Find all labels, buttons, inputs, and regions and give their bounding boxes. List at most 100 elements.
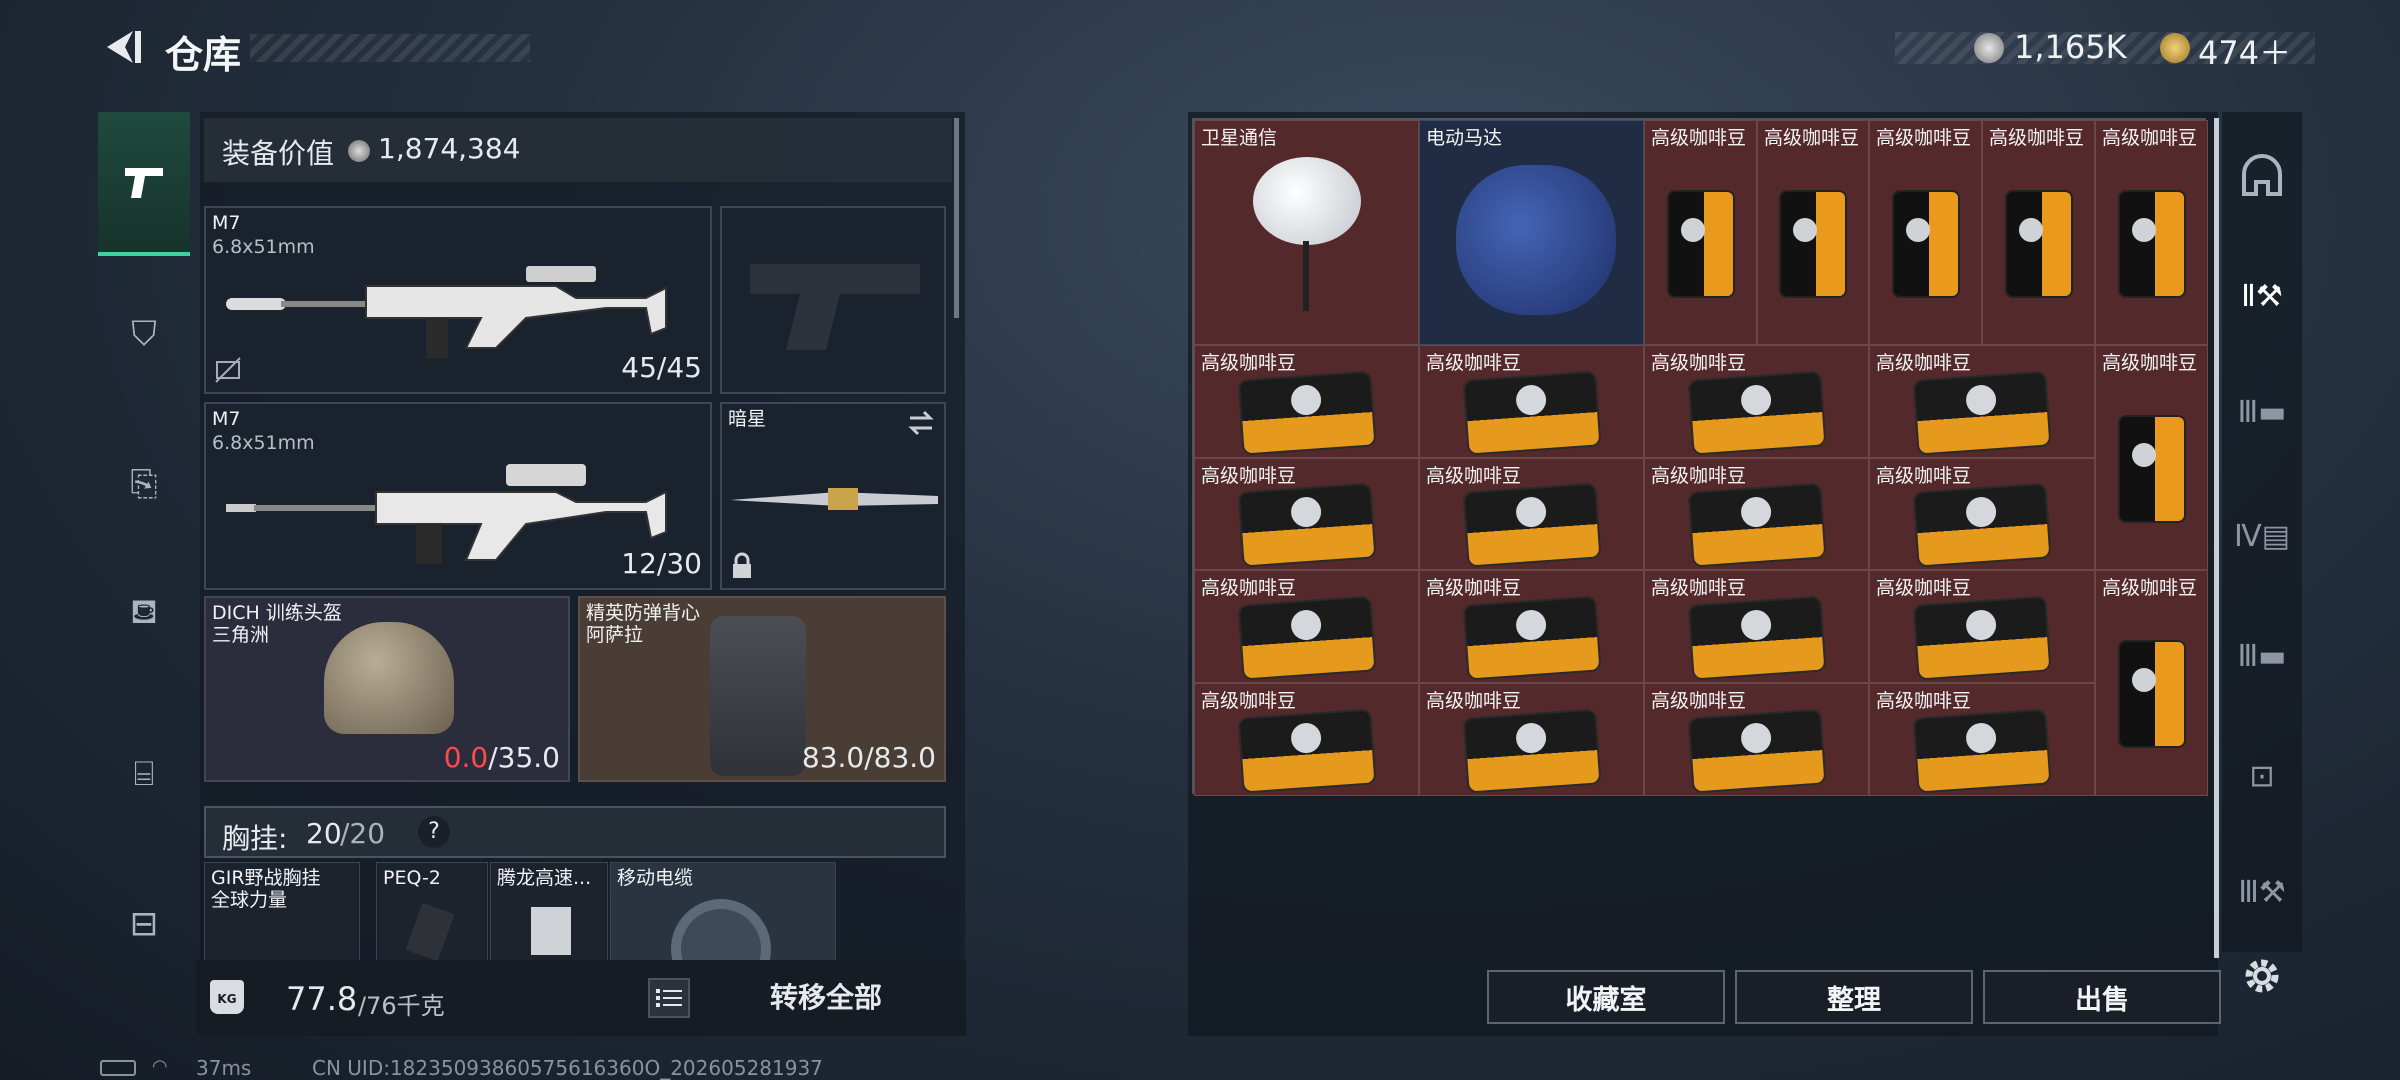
item-coffee[interactable]: 高级咖啡豆 <box>1869 345 2095 458</box>
nav-stash-6[interactable]: ⊡ <box>2224 736 2300 816</box>
nav-stash-3[interactable]: Ⅲ▬ <box>2224 372 2300 452</box>
item-coffee[interactable]: 高级咖啡豆 <box>1644 120 1757 345</box>
item-name: 高级咖啡豆 <box>1426 352 1522 374</box>
scope-image <box>531 907 571 955</box>
item-coffee[interactable]: 高级咖啡豆 <box>2095 120 2208 345</box>
item-coffee[interactable]: 高级咖啡豆 <box>1869 570 2095 683</box>
item-coffee[interactable]: 高级咖啡豆 <box>1644 345 1869 458</box>
item-name: 高级咖啡豆 <box>2102 127 2198 149</box>
item-coffee[interactable]: 高级咖啡豆 <box>1644 570 1869 683</box>
tab-case[interactable]: ⌸ <box>98 728 190 820</box>
rifle-image <box>226 464 667 564</box>
stash-page-5-icon: Ⅲ▬ <box>2237 638 2287 674</box>
organize-button[interactable]: 整理 <box>1735 970 1973 1024</box>
page-title: 仓库 <box>165 33 242 77</box>
item-name: 高级咖啡豆 <box>1876 577 1972 599</box>
transfer-all-button[interactable]: 转移全部 <box>716 978 936 1018</box>
item-name: 高级咖啡豆 <box>1989 127 2085 149</box>
stash-home-icon <box>2242 154 2282 196</box>
toolbox-icon: ⊟ <box>129 904 159 944</box>
rig-item-1[interactable]: PEQ-2 <box>376 862 488 962</box>
item-satellite[interactable]: 卫星通信 <box>1194 120 1419 345</box>
nav-stash-5[interactable]: Ⅲ▬ <box>2224 616 2300 696</box>
item-coffee[interactable]: 高级咖啡豆 <box>1757 120 1869 345</box>
left-tab-column: ⛉ ⎘ ⛾ ⌸ ⊟ <box>98 108 190 1008</box>
item-coffee[interactable]: 高级咖啡豆 <box>1194 345 1419 458</box>
help-icon[interactable]: ? <box>418 816 450 848</box>
item-coffee[interactable]: 高级咖啡豆 <box>2095 570 2208 796</box>
rig-item-name: 移动电缆 <box>617 867 694 889</box>
item-name: 高级咖啡豆 <box>1651 690 1747 712</box>
title-stripe <box>250 34 530 62</box>
coffee-bag-image <box>1689 597 1824 679</box>
item-name: 高级咖啡豆 <box>1876 352 1972 374</box>
item-coffee[interactable]: 高级咖啡豆 <box>1869 458 2095 570</box>
item-coffee[interactable]: 高级咖啡豆 <box>1194 570 1419 683</box>
item-coffee[interactable]: 高级咖啡豆 <box>1869 683 2095 796</box>
nav-stash-4[interactable]: Ⅳ▤ <box>2224 496 2300 576</box>
tab-toolbox[interactable]: ⊟ <box>98 878 190 970</box>
coffee-bag-image <box>1914 597 2050 679</box>
coffee-bag-image <box>1464 484 1599 566</box>
item-coffee[interactable]: 高级咖啡豆 <box>1644 683 1869 796</box>
nav-stash-home[interactable] <box>2224 136 2300 216</box>
nav-stash-7[interactable]: Ⅲ⚒ <box>2224 852 2300 932</box>
item-coffee[interactable]: 高级咖啡豆 <box>1644 458 1869 570</box>
melee-name: 暗星 <box>728 408 767 430</box>
currency-gems[interactable]: 474＋ <box>2198 28 2291 74</box>
motor-image <box>1456 165 1616 315</box>
helmet-slot[interactable]: DICH 训练头盔 三角洲 0.0/35.0 <box>204 596 570 782</box>
armor-image <box>710 616 806 776</box>
rig-item-name: PEQ-2 <box>383 867 441 889</box>
melee-slot[interactable]: 暗星 <box>720 402 946 590</box>
no-attachment-icon <box>215 357 241 383</box>
tab-vest[interactable]: ⛉ <box>98 288 190 380</box>
item-coffee[interactable]: 高级咖啡豆 <box>1419 683 1644 796</box>
rig-item-2[interactable]: 腾龙高速... <box>490 862 608 962</box>
armor-slot[interactable]: 精英防弹背心 阿萨拉 83.0/83.0 <box>578 596 946 782</box>
knife-image <box>730 488 938 510</box>
back-button[interactable] <box>96 22 146 72</box>
stash-page-7-icon: Ⅲ⚒ <box>2238 874 2286 910</box>
bottom-bar: KG 77.8 /76千克 转移全部 <box>196 960 966 1036</box>
primary-weapon-slot-2[interactable]: M7 6.8x51mm 12/30 <box>204 402 712 590</box>
item-coffee[interactable]: 高级咖啡豆 <box>1194 683 1419 796</box>
item-motor[interactable]: 电动马达 <box>1419 120 1644 345</box>
item-coffee[interactable]: 高级咖啡豆 <box>1194 458 1419 570</box>
settings-button[interactable] <box>2236 950 2288 1002</box>
item-coffee[interactable]: 高级咖啡豆 <box>1869 120 1982 345</box>
rig-item-3[interactable]: 移动电缆 <box>610 862 836 999</box>
pistol-icon <box>125 168 163 198</box>
coin-icon <box>1974 33 2004 63</box>
tripod-image <box>1303 241 1309 311</box>
case-icon: ⌸ <box>133 754 155 794</box>
panel-scrollbar[interactable] <box>954 118 959 318</box>
item-coffee[interactable]: 高级咖啡豆 <box>2095 345 2208 570</box>
item-coffee[interactable]: 高级咖啡豆 <box>1419 458 1644 570</box>
tab-backpack[interactable]: ⎘ <box>98 438 190 530</box>
collection-room-button[interactable]: 收藏室 <box>1487 970 1725 1024</box>
pistol-placeholder-icon <box>750 264 920 350</box>
gem-icon <box>2160 33 2190 63</box>
storage-scrollbar[interactable] <box>2214 118 2219 958</box>
coffee-bag-image <box>1893 191 1958 296</box>
item-coffee[interactable]: 高级咖啡豆 <box>1419 570 1644 683</box>
item-coffee[interactable]: 高级咖啡豆 <box>1982 120 2095 345</box>
list-view-button[interactable] <box>648 978 690 1018</box>
durability-max: /35.0 <box>488 741 560 774</box>
armor-durability: 83.0/83.0 <box>801 741 936 774</box>
sidearm-slot[interactable] <box>720 206 946 394</box>
tab-weapons[interactable] <box>98 112 190 256</box>
tab-pouch[interactable]: ⛾ <box>98 568 190 660</box>
coffee-bag-image <box>1668 191 1733 296</box>
item-coffee[interactable]: 高级咖啡豆 <box>1419 345 1644 458</box>
item-name: 高级咖啡豆 <box>1426 690 1522 712</box>
armor-name: 精英防弹背心 <box>586 602 701 624</box>
primary-weapon-slot-1[interactable]: M7 6.8x51mm 45/45 <box>204 206 712 394</box>
rig-item-0[interactable]: GIR野战胸挂 全球力量 <box>204 862 360 962</box>
sell-button[interactable]: 出售 <box>1983 970 2221 1024</box>
ammo-count: 12/30 <box>621 547 702 580</box>
nav-stash-2[interactable]: Ⅱ⚒ <box>2224 256 2300 336</box>
swap-icon[interactable] <box>906 410 936 436</box>
item-name: 高级咖啡豆 <box>1764 127 1860 149</box>
